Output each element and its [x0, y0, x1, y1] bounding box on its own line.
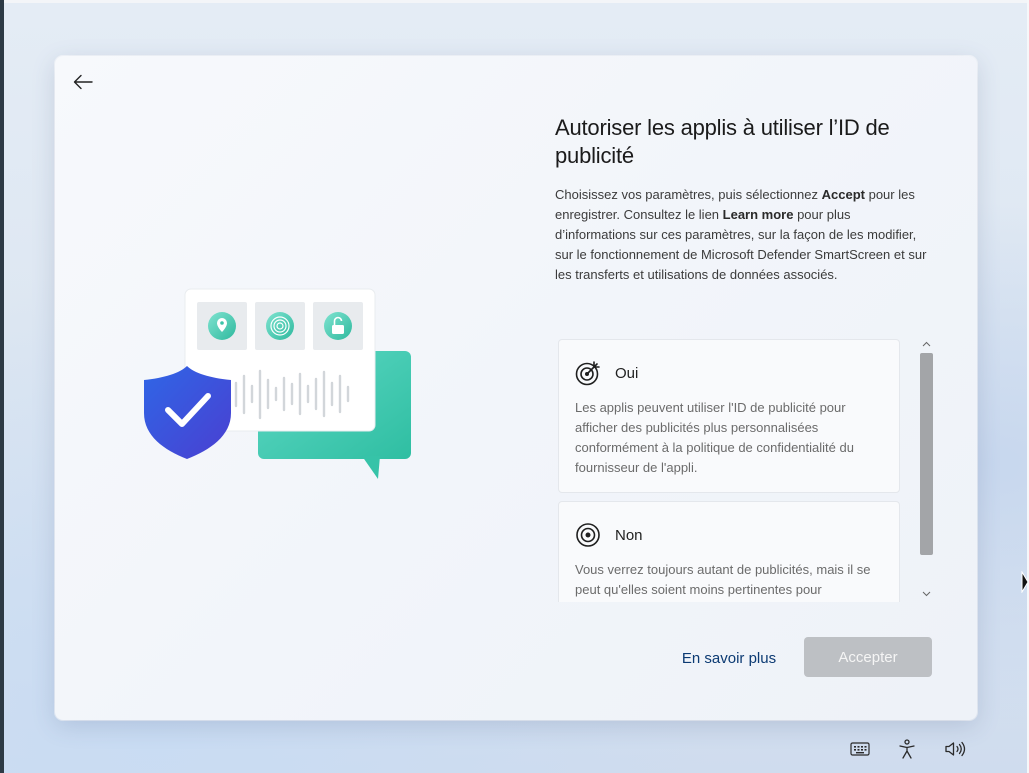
fingerprint-icon: [255, 302, 305, 350]
accept-button[interactable]: Accepter: [804, 637, 932, 677]
location-pin-icon: [197, 302, 247, 350]
learn-more-link[interactable]: En savoir plus: [665, 641, 793, 675]
top-edge: [0, 0, 1029, 3]
mouse-cursor: [1021, 571, 1029, 593]
oobe-window: Autoriser les applis à utiliser l’ID de …: [55, 56, 977, 720]
option-oui-label: Oui: [615, 364, 639, 382]
back-arrow-icon: [73, 74, 93, 90]
scroll-up-button[interactable]: [919, 337, 934, 351]
accessibility-button[interactable]: [898, 738, 916, 760]
option-non-label: Non: [615, 526, 643, 544]
description-part-1: Choisissez vos paramètres, puis sélectio…: [555, 187, 822, 202]
accessibility-icon: [899, 739, 915, 759]
scroll-down-button[interactable]: [919, 587, 934, 601]
unlocked-padlock-icon: [313, 302, 363, 350]
option-oui[interactable]: Oui Les applis peuvent utiliser l'ID de …: [558, 339, 900, 493]
options-scrollbar[interactable]: [919, 337, 934, 602]
page-description: Choisissez vos paramètres, puis sélectio…: [555, 185, 935, 285]
keyboard-button[interactable]: [850, 738, 870, 760]
shield-check-icon: [144, 366, 231, 459]
back-button[interactable]: [69, 70, 97, 94]
chevron-up-icon: [922, 341, 931, 347]
option-non-text: Vous verrez toujours autant de publicité…: [575, 562, 871, 597]
volume-icon: [945, 741, 966, 757]
options-list: Oui Les applis peuvent utiliser l'ID de …: [558, 337, 935, 602]
description-accept-bold: Accept: [821, 187, 865, 202]
left-edge-strip: [0, 0, 4, 773]
target-icon: [576, 523, 600, 547]
page-title: Autoriser les applis à utiliser l’ID de …: [555, 115, 890, 168]
keyboard-icon: [850, 742, 870, 756]
target-arrow-icon: [575, 361, 600, 386]
volume-button[interactable]: [944, 738, 966, 760]
description-learn-more-bold: Learn more: [722, 207, 794, 222]
option-non[interactable]: Non Vous verrez toujours autant de publi…: [558, 501, 900, 602]
chevron-down-icon: [922, 591, 931, 597]
privacy-illustration: [144, 288, 411, 479]
option-oui-text: Les applis peuvent utiliser l'ID de publ…: [575, 400, 854, 475]
scroll-thumb[interactable]: [920, 353, 933, 555]
